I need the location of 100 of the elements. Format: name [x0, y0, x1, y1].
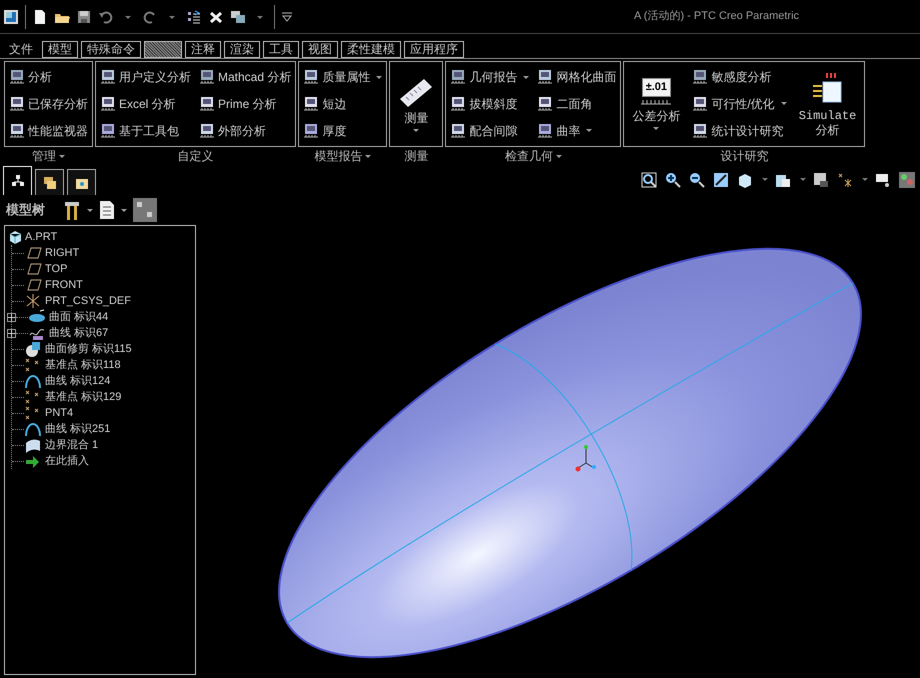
caret-icon: [556, 154, 562, 158]
tree-item[interactable]: A.PRT: [5, 229, 195, 245]
panel-tab[interactable]: [67, 169, 96, 195]
group-label[interactable]: 检查几何: [504, 147, 562, 165]
tree-item[interactable]: 基准点 标识118: [24, 356, 121, 374]
repaint-icon[interactable]: [713, 172, 731, 188]
expand-toggle[interactable]: [7, 328, 16, 338]
expand-toggle[interactable]: [7, 312, 16, 322]
ribbon-button[interactable]: 网格化曲面: [537, 68, 616, 86]
app-icon[interactable]: [3, 8, 19, 24]
panel-title: 模型树: [6, 201, 45, 220]
ribbon-button[interactable]: Prime 分析: [199, 94, 292, 113]
ribbon-button[interactable]: 曲率: [537, 122, 616, 140]
ribbon-button[interactable]: 敏感度分析: [692, 68, 787, 86]
ribbon-tab[interactable]: 特殊命令: [81, 41, 141, 58]
ribbon-button[interactable]: Mathcad 分析: [199, 68, 292, 86]
ribbon-button[interactable]: 测量: [394, 76, 438, 132]
ribbon-tab[interactable]: 模型: [42, 41, 78, 58]
ribbon-button[interactable]: 短边: [303, 94, 382, 113]
window-title: A (活动的) - PTC Creo Parametric: [634, 9, 800, 24]
panel-tab[interactable]: [35, 169, 64, 195]
ribbon-button[interactable]: 配合间隙: [450, 122, 530, 140]
surface-icon: [28, 309, 46, 325]
tool-icon: [450, 122, 466, 139]
tools-icon[interactable]: [63, 199, 81, 221]
filter-icon[interactable]: [133, 198, 157, 222]
group-label[interactable]: 模型报告: [314, 147, 372, 165]
ribbon-button[interactable]: 分析: [9, 68, 88, 86]
tool-icon: [537, 96, 554, 112]
arc-curve-icon: [24, 421, 42, 437]
tree-item[interactable]: PNT4: [24, 404, 74, 422]
caret-icon: [413, 128, 420, 132]
group-label[interactable]: 自定义: [178, 147, 214, 165]
tree-item[interactable]: FRONT: [24, 276, 83, 294]
ribbon-tab[interactable]: 工具: [263, 41, 299, 58]
ribbon-button[interactable]: 质量属性: [303, 68, 382, 86]
insert-arrow-icon: [24, 453, 42, 469]
ribbon-tab[interactable]: 柔性建模: [341, 41, 401, 58]
ribbon-button[interactable]: 拔模斜度: [450, 94, 530, 113]
tree-item[interactable]: 曲面修剪 标识115: [24, 340, 132, 358]
tree-item[interactable]: 基准点 标识129: [24, 388, 122, 406]
tool-icon: [537, 122, 554, 139]
ribbon-button[interactable]: 用户定义分析: [100, 68, 191, 86]
caret-icon: [586, 129, 592, 132]
tool-icon: [100, 122, 116, 139]
group-label[interactable]: 设计研究: [720, 147, 768, 165]
caret-icon: [87, 208, 93, 212]
tool-icon: [303, 69, 320, 86]
group-label[interactable]: 测量: [404, 147, 428, 165]
tree-item[interactable]: 边界混合 1: [24, 436, 98, 454]
save-icon[interactable]: [76, 8, 92, 24]
ribbon-button[interactable]: 基于工具包: [100, 122, 191, 140]
tree-item[interactable]: PRT_CSYS_DEF: [24, 292, 131, 310]
ribbon-button[interactable]: Simulate 分析: [794, 72, 860, 136]
tool-icon: [100, 96, 116, 112]
tree-item[interactable]: 在此插入: [24, 452, 89, 470]
ribbon-button[interactable]: 统计设计研究: [692, 122, 787, 140]
group-label[interactable]: 管理: [32, 147, 65, 165]
tool-icon: [9, 122, 25, 139]
list-settings-icon[interactable]: [99, 200, 115, 220]
saved-views-icon[interactable]: [775, 172, 793, 188]
camera-icon[interactable]: [813, 172, 831, 188]
tool-icon: [199, 96, 215, 112]
ribbon-button[interactable]: 二面角: [537, 94, 616, 113]
ribbon-button[interactable]: 可行性/优化: [692, 94, 787, 113]
tool-icon: [303, 122, 320, 139]
appearance-icon[interactable]: [899, 172, 917, 188]
ribbon-button[interactable]: 厚度: [303, 122, 382, 140]
ribbon-button[interactable]: 性能监视器: [9, 122, 88, 140]
undo-icon[interactable]: [98, 8, 114, 24]
ribbon-button[interactable]: 已保存分析: [9, 94, 88, 113]
ribbon-tab[interactable]: 视图: [302, 41, 338, 58]
zoom-fit-icon[interactable]: [641, 172, 659, 188]
ribbon-tab[interactable]: 注释: [185, 41, 221, 58]
tree-item[interactable]: RIGHT: [24, 244, 80, 262]
regenerate-icon[interactable]: [186, 8, 202, 24]
folders-icon: [42, 176, 56, 190]
tool-icon: [692, 122, 708, 139]
ribbon-button[interactable]: 外部分析: [199, 122, 292, 140]
zoom-out-icon[interactable]: [689, 172, 707, 188]
ribbon-tab[interactable]: [144, 41, 182, 58]
coordinate-system-icon: [24, 293, 42, 309]
tree-item[interactable]: TOP: [24, 260, 68, 278]
windows-icon[interactable]: [230, 8, 246, 24]
tree-item[interactable]: 曲线 标识124: [24, 372, 110, 390]
tree-item[interactable]: 曲线 标识67: [28, 324, 108, 342]
ribbon-tab[interactable]: 应用程序: [404, 41, 464, 58]
ribbon-button[interactable]: 几何报告: [450, 68, 530, 86]
ribbon-button[interactable]: Excel 分析: [100, 94, 191, 113]
new-file-icon[interactable]: [32, 8, 48, 24]
tool-icon: [692, 69, 708, 86]
blend-surface-icon: [24, 437, 42, 453]
ribbon-tab[interactable]: 渲染: [224, 41, 260, 58]
tree-icon: [10, 174, 24, 188]
ruler-icon: [398, 76, 434, 106]
zoom-in-icon[interactable]: [665, 172, 683, 188]
tree-item[interactable]: 曲面 标识44: [28, 308, 108, 326]
ribbon-button[interactable]: ±.01 公差分析: [628, 78, 684, 130]
arc-curve-icon: [24, 373, 42, 389]
tree-item[interactable]: 曲线 标识251: [24, 420, 110, 438]
